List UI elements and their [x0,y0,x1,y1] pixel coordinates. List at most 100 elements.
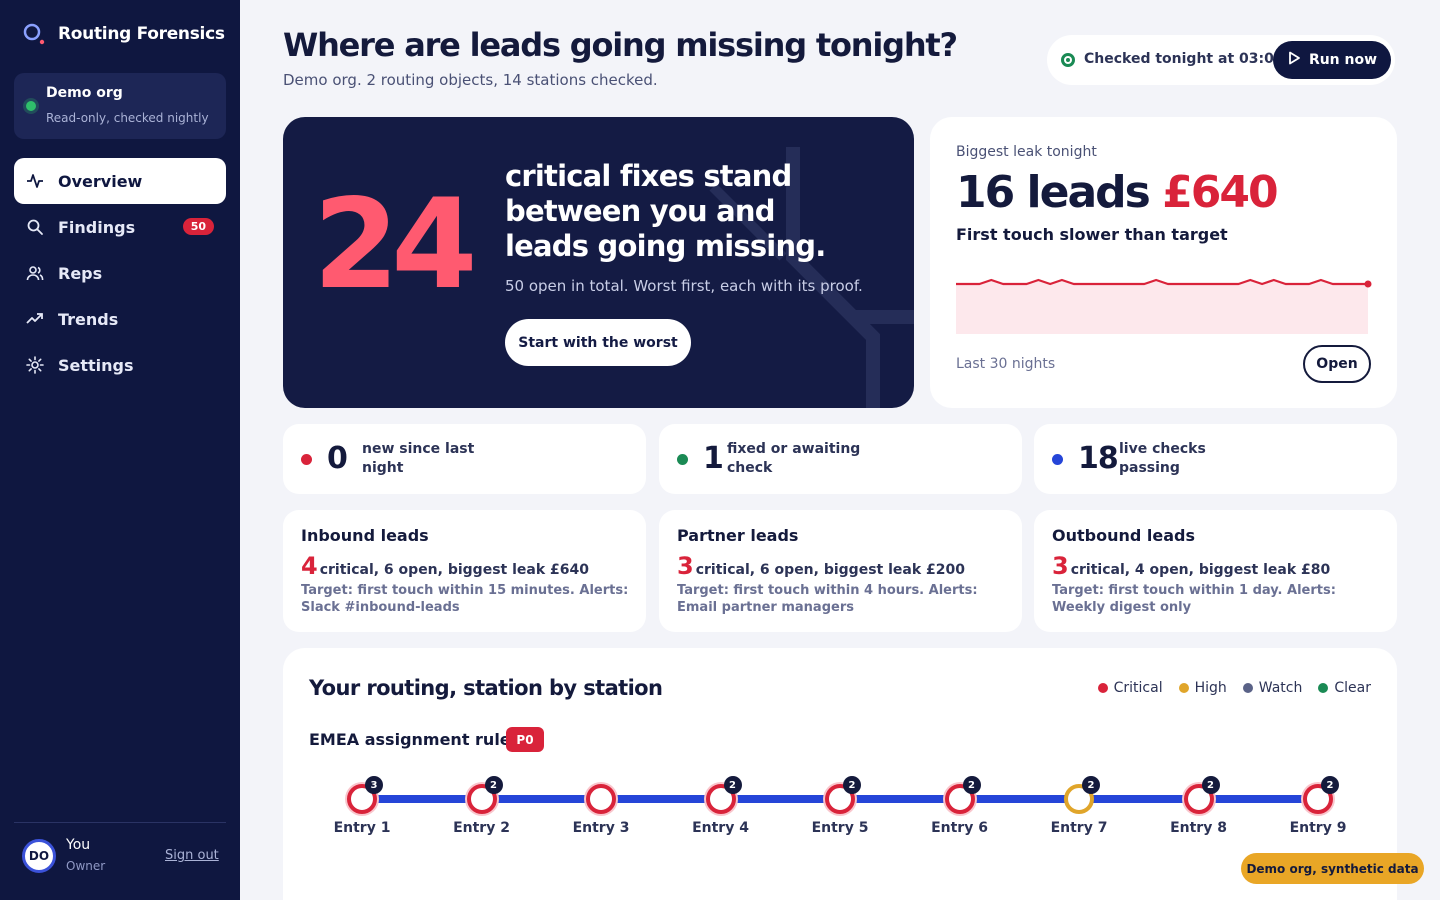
stat-label: new since last night [362,441,475,476]
sidebar: Routing Forensics Demo org Read-only, ch… [0,0,240,900]
sidebar-item-settings[interactable]: Settings [14,342,226,388]
route-target: Target: first touch within 4 hours. Aler… [677,583,978,615]
station-marker[interactable]: 2 [944,776,981,814]
sparkline-area [956,280,1368,334]
station-finding-count: 2 [723,776,742,794]
route-title: Inbound leads [301,526,429,545]
leak-label: Biggest leak tonight [956,144,1097,160]
station-finding-count: 2 [1321,776,1339,794]
route-critical-count: 3 [1052,552,1069,580]
sidebar-item-trends[interactable]: Trends [14,296,226,342]
brand[interactable]: Routing Forensics [22,22,225,46]
stat-dot [677,454,688,465]
route-critical-count: 4 [301,552,318,580]
biggest-leak-card: Biggest leak tonight 16 leads £640 First… [930,117,1397,408]
station-marker[interactable] [586,784,616,814]
users-icon [26,264,44,282]
trend-up-icon [26,310,44,328]
findings-count-badge: 50 [182,218,214,235]
stat-value: 18 [1078,441,1119,476]
route-summary-text: critical, 4 open, biggest leak £80 [1070,562,1331,578]
sidebar-item-label: Overview [58,171,143,191]
station-finding-count: 2 [484,776,503,794]
sign-out-link[interactable]: Sign out [165,848,219,863]
legend-label: Clear [1334,680,1371,696]
stations-panel-title: Your routing, station by station [309,676,663,700]
route-card-outbound[interactable]: Outbound leads 3 critical, 4 open, bigges… [1034,510,1397,632]
open-leak-button[interactable]: Open [1303,345,1371,383]
station-finding-count: 2 [962,776,981,794]
logo-icon [22,22,46,46]
user-name: You [66,837,91,853]
route-target: Target: first touch within 1 day. Alerts… [1052,583,1336,615]
route-target: Target: first touch within 15 minutes. A… [301,583,629,615]
legend-watch: Watch [1242,680,1302,696]
play-icon [1287,51,1301,69]
run-now-button[interactable]: Run now [1273,41,1391,79]
stat-dot [1052,454,1063,465]
page-title: Where are leads going missing tonight? [283,26,958,64]
legend-high: High [1178,680,1227,696]
avatar[interactable]: DO [22,839,56,873]
priority-badge: P0 [506,727,544,752]
sidebar-nav: Overview Findings 50 Reps Trends Setting… [14,158,226,388]
stat-label: fixed or awaiting check [727,441,861,476]
station-label: Entry 2 [453,820,510,836]
stat-live-checks[interactable]: 18 live checks passing [1034,424,1397,494]
station-label: Entry 8 [1170,820,1227,836]
station-label: Entry 9 [1289,820,1347,836]
station-label: Entry 4 [692,820,749,836]
station-label: Entry 5 [811,820,869,836]
station-marker[interactable]: 2 [705,776,742,814]
route-title: Outbound leads [1052,526,1195,545]
demo-data-badge: Demo org, synthetic data [1241,853,1424,884]
start-with-worst-button[interactable]: Start with the worst [505,319,691,366]
station-finding-count: 2 [1201,776,1220,794]
route-summary: 3 critical, 6 open, biggest leak £200 [677,552,965,580]
station-marker[interactable]: 2 [1064,776,1100,814]
user-role: Owner [66,859,106,873]
severity-legend: Critical High Watch Clear [1097,680,1371,696]
route-title: Partner leads [677,526,799,545]
station-finding-count: 2 [843,776,861,794]
leak-description: First touch slower than target [956,225,1228,244]
run-now-label: Run now [1308,52,1378,68]
station-label: Entry 1 [333,820,391,836]
route-summary-text: critical, 6 open, biggest leak £640 [319,562,589,578]
search-icon [26,218,44,236]
leak-sparkline [956,278,1372,334]
sparkline-last-point [1364,280,1372,288]
route-card-inbound[interactable]: Inbound leads 4 critical, 6 open, biggest… [283,510,646,632]
route-summary: 4 critical, 6 open, biggest leak £640 [301,552,589,580]
legend-dot [1178,683,1189,693]
org-switcher[interactable]: Demo org Read-only, checked nightly [14,73,226,139]
station-marker[interactable]: 2 [1183,776,1220,814]
stat-fixed-awaiting[interactable]: 1 fixed or awaiting check [659,424,1022,494]
station-marker[interactable]: 2 [1303,776,1339,814]
route-summary: 3 critical, 4 open, biggest leak £80 [1052,552,1330,580]
sidebar-item-findings[interactable]: Findings 50 [14,204,226,250]
legend-critical: Critical [1097,680,1163,696]
station-marker[interactable]: 3 [347,776,383,814]
leak-footer: Last 30 nights [956,356,1056,372]
sidebar-item-label: Settings [58,355,134,375]
org-status-dot [26,101,36,111]
org-subtitle: Read-only, checked nightly [46,111,209,125]
critical-fix-count: 24 [313,173,478,317]
station-label: Entry 7 [1050,820,1108,836]
legend-label: High [1194,680,1227,696]
station-marker[interactable]: 2 [466,776,503,814]
stat-new-since-last-night[interactable]: 0 new since last night [283,424,646,494]
org-name: Demo org [46,85,123,101]
legend-dot [1318,683,1329,693]
route-critical-count: 3 [677,552,694,580]
sidebar-item-reps[interactable]: Reps [14,250,226,296]
hero-headline: critical fixes stand between you and lea… [505,159,826,263]
rule-name: EMEA assignment rule [309,730,511,749]
route-card-partner[interactable]: Partner leads 3 critical, 6 open, biggest… [659,510,1022,632]
check-status-text: Checked tonight at 03:00 [1084,51,1284,67]
check-status-pill: Checked tonight at 03:00 Run now [1047,35,1395,85]
stations-panel: Your routing, station by station Critica… [283,648,1397,900]
sidebar-item-overview[interactable]: Overview [14,158,226,204]
station-marker[interactable]: 2 [825,776,861,814]
